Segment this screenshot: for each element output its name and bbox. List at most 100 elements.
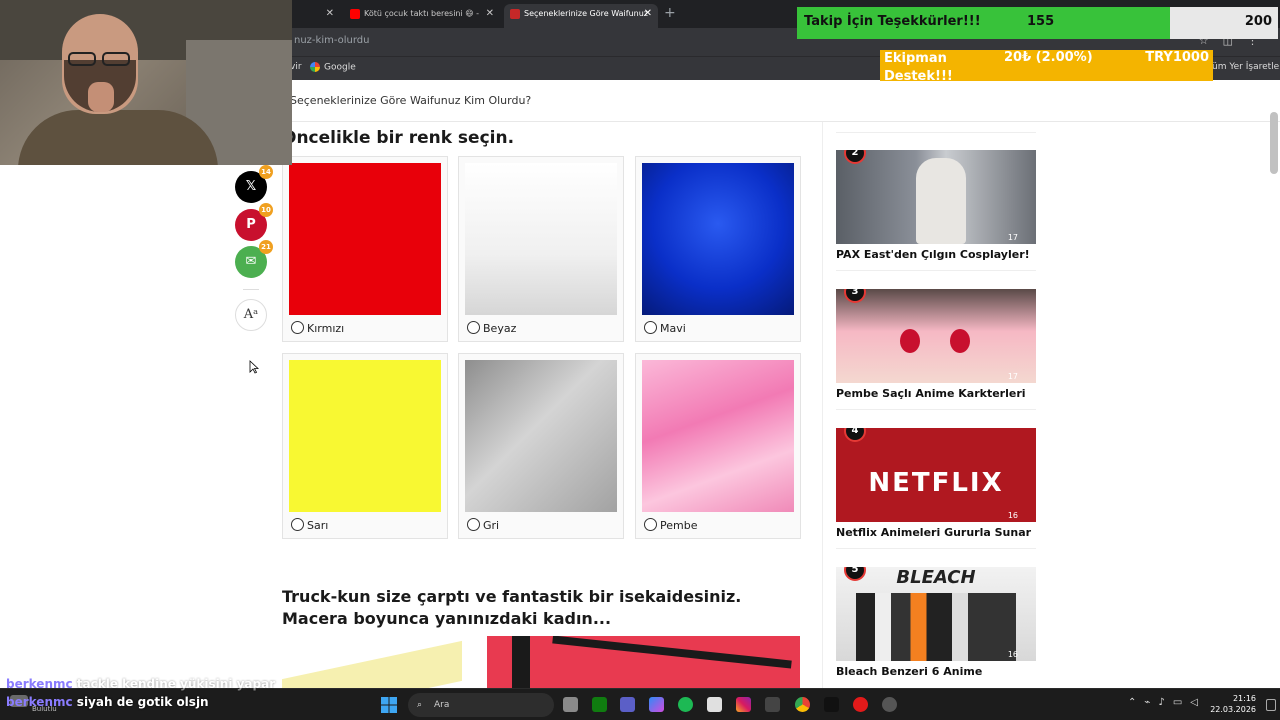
netflix-logo: NETFLIX [868, 468, 1004, 498]
color-swatch-gray[interactable] [465, 360, 617, 512]
sidebar-item[interactable]: 4 NETFLIX 16 Netflix Animeleri Gururla S… [836, 428, 1036, 539]
teams-icon[interactable] [620, 697, 635, 712]
thumbnail[interactable]: 5 BLEACH 16 [836, 567, 1036, 661]
youtube-icon [350, 8, 360, 19]
option-card[interactable]: Beyaz [458, 156, 624, 342]
bookmark-google[interactable]: Google [310, 62, 356, 73]
share-count: 10 [259, 203, 273, 217]
thumbnail[interactable]: 3 17 [836, 289, 1036, 383]
option-card[interactable]: Mavi [635, 156, 801, 342]
share-pinterest-button[interactable]: P 10 [235, 203, 273, 241]
radio-button[interactable] [644, 518, 657, 531]
option-card[interactable]: Pembe [635, 353, 801, 539]
sidebar-item-title[interactable]: Bleach Benzeri 6 Anime [836, 665, 1036, 678]
option-label: Sarı [307, 519, 329, 532]
image-count: 16 [1007, 511, 1018, 520]
image-count: 17 [1007, 372, 1018, 381]
url-field[interactable]: nuz-kim-olurdu [294, 35, 370, 46]
copilot-icon[interactable] [649, 697, 664, 712]
instagram-icon[interactable] [736, 697, 751, 712]
color-swatch-blue[interactable] [642, 163, 794, 315]
network-icon[interactable]: ⌁ [1144, 697, 1158, 708]
search-icon: ⌕ [417, 700, 423, 710]
tab-partial[interactable]: ✕ [292, 4, 340, 28]
time: 21:16 [1232, 694, 1256, 703]
color-swatch-pink[interactable] [642, 360, 794, 512]
close-tab-icon[interactable]: ✕ [326, 4, 334, 24]
color-swatch-white[interactable] [465, 163, 617, 315]
option-card[interactable]: Sarı [282, 353, 448, 539]
chevron-up-icon[interactable]: ⌃ [1128, 697, 1144, 708]
close-tab-icon[interactable]: ✕ [486, 4, 494, 24]
windows-start-icon[interactable] [381, 697, 397, 713]
option-label: Mavi [660, 322, 686, 335]
divider [836, 270, 1036, 271]
color-swatch-red[interactable] [289, 163, 441, 315]
web-page: Seçeneklerinize Göre Waifunuz Kim Olurdu… [0, 80, 1280, 688]
radio-button[interactable] [644, 321, 657, 334]
font-size-button[interactable]: Aᵃ [235, 299, 267, 331]
chat-overlay: berkenmc tackle kendine yükisini yapar [6, 674, 275, 694]
share-email-button[interactable]: ✉ 21 [235, 240, 273, 278]
volume-icon[interactable]: ◁ [1190, 697, 1206, 708]
spotify-icon[interactable] [678, 697, 693, 712]
chat-message: berkenmc tackle kendine yükisini yapar [6, 674, 275, 694]
store-icon[interactable] [707, 697, 722, 712]
mic-icon[interactable]: ♪ [1158, 697, 1172, 708]
share-x-button[interactable]: 𝕏 14 [235, 165, 273, 203]
divider [836, 132, 1036, 133]
chat-message: berkenmc siyah de gotik olsjn [6, 692, 209, 712]
thumbnail[interactable]: 4 NETFLIX 16 [836, 428, 1036, 522]
monitor-icon[interactable]: ▭ [1173, 697, 1190, 708]
option-label: Gri [483, 519, 500, 532]
capcut-icon[interactable] [765, 697, 780, 712]
sidebar-item-title[interactable]: Netflix Animeleri Gururla Sunar [836, 526, 1036, 539]
chat-username: berkenmc [6, 695, 73, 709]
thumbnail[interactable]: 2 17 [836, 150, 1036, 244]
option-card[interactable]: Gri [458, 353, 624, 539]
scrollbar[interactable] [1270, 112, 1278, 174]
radio-button[interactable] [467, 518, 480, 531]
color-swatch-yellow[interactable] [289, 360, 441, 512]
sidebar-item-title[interactable]: PAX East'den Çılgın Cosplayler! [836, 248, 1036, 261]
chat-username: berkenmc [6, 677, 73, 691]
all-bookmarks[interactable]: üm Yer İşaretleri [1212, 62, 1280, 72]
tab-label: Seçeneklerinize Göre Waifunuz [524, 9, 648, 18]
sidebar-item-title[interactable]: Pembe Saçlı Anime Karkterleri [836, 387, 1036, 400]
tab-active[interactable]: Seçeneklerinize Göre Waifunuz ✕ [504, 4, 658, 28]
tab-label: Kötü çocuk taktı beresini 😄 - [364, 9, 480, 18]
radio-button[interactable] [291, 321, 304, 334]
chat-text: tackle kendine yükisini yapar [76, 677, 276, 691]
xbox-icon[interactable] [592, 697, 607, 712]
divider [243, 289, 259, 290]
sidebar-item[interactable]: 5 BLEACH 16 Bleach Benzeri 6 Anime [836, 567, 1036, 678]
share-count: 21 [259, 240, 273, 254]
close-tab-icon[interactable]: ✕ [644, 4, 652, 24]
hand [88, 82, 114, 112]
taskbar-search[interactable]: ⌕ Ara [408, 693, 554, 717]
rank-badge: 3 [844, 289, 866, 303]
follow-label: Takip İçin Teşekkürler!!! [804, 14, 981, 29]
opera-icon[interactable] [853, 697, 868, 712]
option-card[interactable]: Kırmızı [282, 156, 448, 342]
clock[interactable]: 21:16 22.03.2026 [1210, 693, 1256, 715]
google-icon [310, 62, 320, 72]
radio-button[interactable] [467, 321, 480, 334]
new-tab-button[interactable]: + [664, 4, 676, 22]
notification-icon[interactable] [1266, 699, 1276, 711]
follow-goal-overlay: Takip İçin Teşekkürler!!! 155 200 [797, 7, 1278, 39]
obs-icon[interactable] [882, 697, 897, 712]
webcam-overlay [0, 0, 292, 165]
bleach-logo: BLEACH [896, 567, 976, 588]
chrome-icon[interactable] [795, 697, 810, 712]
tiktok-icon[interactable] [824, 697, 839, 712]
question-title: Öncelikle bir renk seçin. [282, 128, 515, 148]
person-body [18, 110, 218, 165]
system-tray: ⌃⌁♪▭◁ [1128, 697, 1206, 708]
tab-youtube[interactable]: Kötü çocuk taktı beresini 😄 - ✕ [344, 4, 500, 28]
sidebar-item[interactable]: 3 17 Pembe Saçlı Anime Karkterleri [836, 289, 1036, 400]
sidebar-item[interactable]: 2 17 PAX East'den Çılgın Cosplayler! [836, 150, 1036, 261]
donation-goal-overlay: Ekipman Destek!!! 20₺ (2.00%) TRY1000 [880, 50, 1213, 81]
task-view-icon[interactable] [563, 697, 578, 712]
radio-button[interactable] [291, 518, 304, 531]
